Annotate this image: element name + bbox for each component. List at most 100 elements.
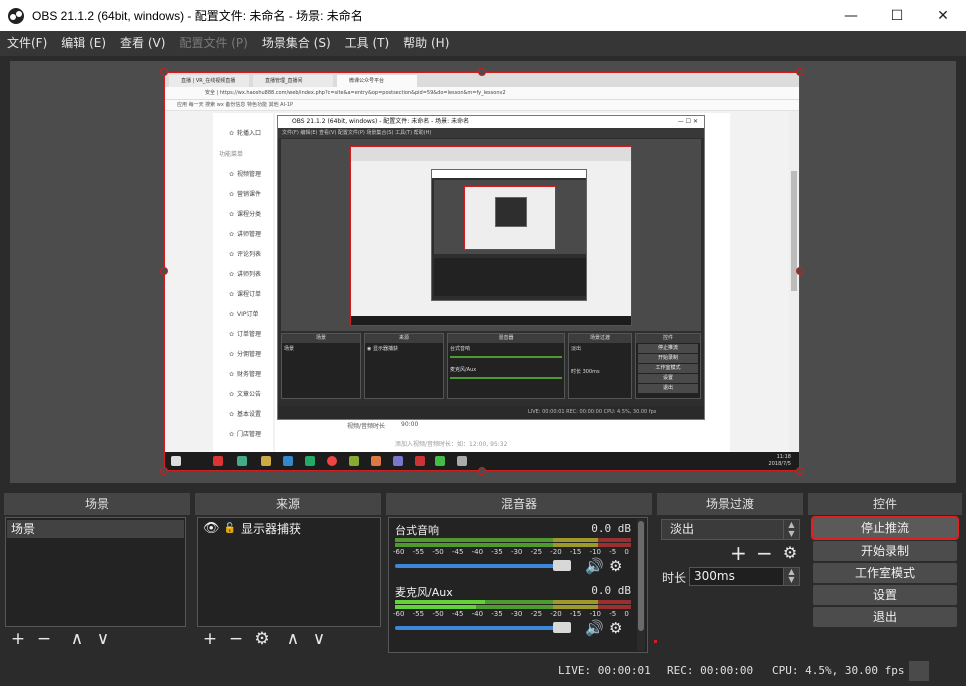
meter-tick: -25 bbox=[530, 548, 543, 556]
mixer-scrollbar[interactable] bbox=[637, 519, 645, 651]
nested-obs-level-2 bbox=[431, 169, 587, 301]
nested-sources-header: 来源 bbox=[365, 334, 443, 343]
meter-tick: -20 bbox=[550, 548, 562, 556]
maximize-button[interactable]: ☐ bbox=[874, 0, 920, 31]
volume-slider-handle[interactable] bbox=[553, 622, 571, 633]
move-scene-up-button[interactable]: ∧ bbox=[69, 629, 85, 649]
nested-capture-browser-bar bbox=[351, 147, 631, 161]
meter-tick: -50 bbox=[432, 548, 444, 556]
volume-slider[interactable] bbox=[395, 560, 571, 571]
meter-tick: -15 bbox=[569, 548, 582, 556]
display-capture-source[interactable]: 直播 | VR_在线视频直播 直播管理_直播间 微课公众号平台 安全 | htt… bbox=[164, 72, 800, 471]
close-button[interactable]: ✕ bbox=[920, 0, 966, 31]
app-icon bbox=[213, 456, 223, 466]
mixer-channel-db: 0.0 dB bbox=[591, 584, 631, 597]
duration-spinbox[interactable]: 300ms ▲ ▼ bbox=[689, 567, 800, 586]
windows-start-icon bbox=[171, 456, 181, 466]
transition-toolbar: + − ⚙ bbox=[725, 543, 803, 563]
source-item[interactable]: 👁 🔓 显示器捕获 bbox=[199, 520, 379, 538]
remove-source-button[interactable]: − bbox=[228, 629, 244, 649]
mixer-header: 混音器 bbox=[386, 493, 652, 515]
move-source-down-button[interactable]: ∨ bbox=[311, 629, 327, 649]
meter-tick: -25 bbox=[530, 610, 543, 618]
volume-slider[interactable] bbox=[395, 622, 571, 633]
transition-select-arrows[interactable]: ▲ ▼ bbox=[783, 520, 799, 539]
captured-duration-label: 视频/音频时长 bbox=[347, 423, 386, 430]
status-bar: LIVE: 00:00:01 REC: 00:00:00 CPU: 4.5%, … bbox=[0, 656, 966, 686]
captured-side-item: 分佣管理 bbox=[229, 349, 261, 358]
source-properties-gear-icon[interactable]: ⚙ bbox=[254, 629, 270, 649]
stop-streaming-button[interactable]: 停止推流 bbox=[811, 516, 959, 540]
app-icon bbox=[349, 456, 359, 466]
settings-button[interactable]: 设置 bbox=[813, 585, 957, 605]
captured-side-item: 讲师列表 bbox=[229, 269, 261, 278]
captured-bookmarks: 应用 每一天 搜索 wx 备份信息 特色功能 其他 AI-1P bbox=[165, 100, 799, 111]
menu-file[interactable]: 文件(F) bbox=[0, 31, 54, 56]
meter-tick: 0 bbox=[624, 610, 629, 618]
nested-obs-level-3 bbox=[495, 197, 527, 227]
nested-menu: 文件(F) 编辑(E) 查看(V) 配置文件(P) 场景集合(S) 工具(T) … bbox=[278, 128, 704, 138]
duration-spin-arrows[interactable]: ▲ ▼ bbox=[783, 568, 799, 585]
nested-controls: 控件 停止推流 开始录制 工作室模式 设置 退出 bbox=[635, 333, 701, 399]
meter-tick: -5 bbox=[609, 610, 617, 618]
captured-clock: 11:18 2018/7/5 bbox=[769, 454, 791, 468]
meter-scale: -60 -55 -50 -45 -40 -35 -30 -25 -20 -15 … bbox=[393, 610, 629, 619]
scenes-toolbar: + − ∧ ∨ bbox=[5, 627, 186, 651]
studio-mode-button[interactable]: 工作室模式 bbox=[813, 563, 957, 583]
lock-icon[interactable]: 🔓 bbox=[224, 520, 236, 538]
menu-tools[interactable]: 工具 (T) bbox=[338, 31, 397, 56]
resize-handle[interactable] bbox=[160, 467, 168, 475]
resize-handle[interactable] bbox=[160, 68, 168, 76]
transition-properties-gear-icon[interactable]: ⚙ bbox=[782, 543, 798, 563]
move-source-up-button[interactable]: ∧ bbox=[285, 629, 301, 649]
add-source-button[interactable]: + bbox=[202, 629, 218, 649]
resize-handle[interactable] bbox=[160, 267, 168, 275]
nested-transition-value: 淡出 bbox=[571, 346, 582, 352]
resize-handle[interactable] bbox=[796, 267, 804, 275]
meter-tick: -10 bbox=[589, 610, 601, 618]
meter-tick: -45 bbox=[451, 548, 464, 556]
nested-transitions: 场景过渡 淡出 时长 300ms bbox=[568, 333, 632, 399]
speaker-icon[interactable]: 🔊 bbox=[585, 620, 604, 636]
volume-slider-handle[interactable] bbox=[553, 560, 571, 571]
sources-list[interactable]: 👁 🔓 显示器捕获 bbox=[197, 517, 381, 627]
meter-tick: -60 bbox=[393, 610, 405, 618]
remove-scene-button[interactable]: − bbox=[36, 629, 52, 649]
meter-tick: -10 bbox=[589, 548, 601, 556]
add-scene-button[interactable]: + bbox=[10, 629, 26, 649]
menu-view[interactable]: 查看 (V) bbox=[113, 31, 172, 56]
scenes-header: 场景 bbox=[4, 493, 190, 515]
exit-button[interactable]: 退出 bbox=[813, 607, 957, 627]
preview-area[interactable]: 直播 | VR_在线视频直播 直播管理_直播间 微课公众号平台 安全 | htt… bbox=[10, 61, 956, 483]
gear-icon[interactable]: ⚙ bbox=[609, 558, 622, 574]
scene-item[interactable]: 场景 bbox=[7, 520, 184, 538]
nested-mixer-channel: 台式音响 bbox=[450, 346, 471, 352]
resize-handle[interactable] bbox=[796, 467, 804, 475]
transition-select[interactable]: 淡出 ▲ ▼ bbox=[661, 519, 800, 540]
add-transition-button[interactable]: + bbox=[730, 543, 747, 563]
captured-side-item: 基本设置 bbox=[229, 409, 261, 418]
menu-help[interactable]: 帮助 (H) bbox=[396, 31, 456, 56]
resize-handle[interactable] bbox=[478, 467, 486, 475]
app-icon bbox=[393, 456, 403, 466]
window-title: OBS 21.1.2 (64bit, windows) - 配置文件: 未命名 … bbox=[32, 9, 363, 23]
speaker-icon[interactable]: 🔊 bbox=[585, 558, 604, 574]
live-timer: LIVE: 00:00:01 bbox=[558, 664, 651, 677]
scenes-list[interactable]: 场景 bbox=[5, 517, 186, 627]
resize-grip[interactable] bbox=[909, 661, 929, 681]
move-scene-down-button[interactable]: ∨ bbox=[95, 629, 111, 649]
remove-transition-button[interactable]: − bbox=[756, 543, 773, 563]
nested-2-docks bbox=[434, 258, 586, 296]
gear-icon[interactable]: ⚙ bbox=[609, 620, 622, 636]
captured-tab: 直播管理_直播间 bbox=[253, 75, 333, 87]
resize-handle[interactable] bbox=[478, 68, 486, 76]
start-recording-button[interactable]: 开始录制 bbox=[813, 541, 957, 561]
mixer-channel-db: 0.0 dB bbox=[591, 522, 631, 535]
nested-sources: 来源 ◉ 显示器捕获 bbox=[364, 333, 444, 399]
minimize-button[interactable]: — bbox=[828, 0, 874, 31]
menu-scene-collection[interactable]: 场景集合 (S) bbox=[255, 31, 338, 56]
captured-side-item: 营销课件 bbox=[229, 189, 261, 198]
resize-handle[interactable] bbox=[796, 68, 804, 76]
menu-edit[interactable]: 编辑 (E) bbox=[54, 31, 113, 56]
eye-icon[interactable]: 👁 bbox=[203, 520, 220, 538]
